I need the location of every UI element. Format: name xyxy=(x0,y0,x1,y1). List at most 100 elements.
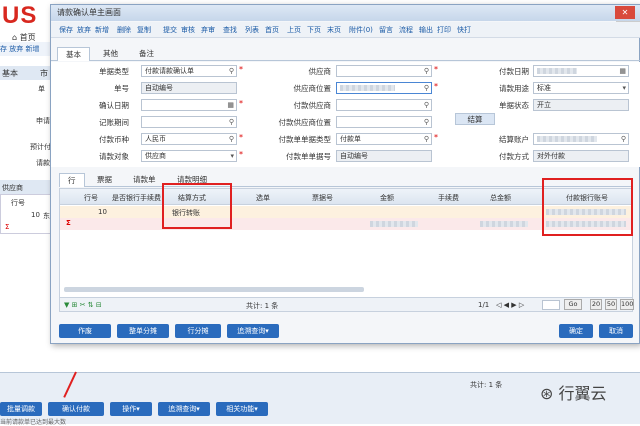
toolbar-button[interactable]: 打印 xyxy=(437,25,451,35)
pay-supplier-field[interactable]: ⚲ xyxy=(336,99,432,111)
whole-allocate-button[interactable]: 整单分摊 xyxy=(117,324,169,338)
currency-field[interactable]: 人民币 ⚲ xyxy=(141,133,237,145)
pay-bill-type-field[interactable]: 付款单 ⚲ xyxy=(336,133,432,145)
currency-label: 付款币种 xyxy=(99,135,129,144)
tab-requests[interactable]: 请款单 xyxy=(125,173,164,187)
toolbar-button[interactable]: 新增 xyxy=(95,25,109,35)
bg-bottom-note: 当前请款单已达到最大数 xyxy=(0,419,67,426)
close-icon[interactable]: ✕ xyxy=(615,6,635,19)
page-size-20[interactable]: 20 xyxy=(590,299,602,310)
tab-bills[interactable]: 票据 xyxy=(89,173,120,187)
col-bank-fee[interactable]: 是否银行手续费 xyxy=(112,193,161,203)
target-field[interactable]: 供应商 ▾ xyxy=(141,150,237,162)
bg-label: 请款 xyxy=(36,159,50,167)
toolbar-button[interactable]: 列表 xyxy=(245,25,259,35)
supplier-field[interactable]: ⚲ xyxy=(336,65,432,77)
cancel-button[interactable]: 取消 xyxy=(599,324,633,338)
toolbar-button[interactable]: 输出 xyxy=(419,25,433,35)
toolbar-button[interactable]: 快打 xyxy=(457,25,471,35)
purpose-field[interactable]: 标准 ▾ xyxy=(533,82,629,94)
tab-other[interactable]: 其他 xyxy=(95,47,126,61)
trace-query-button[interactable]: 追溯查询▾ xyxy=(158,402,210,416)
toolbar-button[interactable]: 留言 xyxy=(379,25,393,35)
search-icon[interactable]: ⚲ xyxy=(424,66,429,76)
toolbar-button[interactable]: 删除 xyxy=(117,25,131,35)
col-bill-no[interactable]: 票据号 xyxy=(312,193,333,203)
trace-query-button[interactable]: 追溯查询▾ xyxy=(227,324,279,338)
search-icon[interactable]: ⚲ xyxy=(621,134,626,144)
search-icon[interactable]: ⚲ xyxy=(424,134,429,144)
pay-supplier-pos-field[interactable]: ⚲ xyxy=(336,116,432,128)
pager-nav-icon[interactable]: ◁ ◀ ▶ ▷ xyxy=(496,301,524,309)
search-icon[interactable]: ⚲ xyxy=(229,66,234,76)
page-size-50[interactable]: 50 xyxy=(605,299,617,310)
tab-notes[interactable]: 备注 xyxy=(131,47,162,61)
bg-toolbar-item[interactable]: 存 xyxy=(0,45,7,53)
redacted-value xyxy=(480,221,528,227)
search-icon[interactable]: ⚲ xyxy=(424,83,429,93)
col-select[interactable]: 选单 xyxy=(256,193,270,203)
toolbar-button[interactable]: 审核 xyxy=(181,25,195,35)
dropdown-icon[interactable]: ▾ xyxy=(230,151,234,161)
toolbar-button[interactable]: 附件(0) xyxy=(349,25,373,35)
bg-label: 单 xyxy=(38,85,45,93)
col-amount[interactable]: 金额 xyxy=(380,193,394,203)
toolbar-button[interactable]: 末页 xyxy=(327,25,341,35)
toolbar-button[interactable]: 查找 xyxy=(223,25,237,35)
background-grid: 行号 10 东 Σ xyxy=(0,194,55,234)
ok-button[interactable]: 确定 xyxy=(559,324,593,338)
page-input[interactable] xyxy=(542,300,560,310)
toolbar-button[interactable]: 复制 xyxy=(137,25,151,35)
horizontal-scrollbar[interactable] xyxy=(64,287,364,292)
toolbar-button[interactable]: 保存 xyxy=(59,25,73,35)
tab-basic[interactable]: 基本 xyxy=(57,47,90,61)
supplier-pos-field[interactable]: ⚲ xyxy=(336,82,432,94)
purpose-label: 请款用途 xyxy=(499,84,529,93)
bg-supplier-tab[interactable]: 供应商 xyxy=(0,180,55,194)
required-mark: * xyxy=(239,150,243,159)
search-icon[interactable]: ⚲ xyxy=(229,134,234,144)
col-row-no[interactable]: 行号 xyxy=(84,193,98,203)
pay-bill-type-label: 付款单单据类型 xyxy=(278,135,332,144)
pay-bill-no-value: 自动编号 xyxy=(340,152,368,160)
operation-menu-button[interactable]: 操作▾ xyxy=(110,402,152,416)
settle-account-field[interactable]: ⚲ xyxy=(533,133,629,145)
col-fee[interactable]: 手续费 xyxy=(438,193,459,203)
bg-toolbar-item[interactable]: 放弃 xyxy=(9,45,23,53)
confirm-date-field[interactable]: ▦ xyxy=(141,99,237,111)
search-icon[interactable]: ⚲ xyxy=(229,117,234,127)
dropdown-icon[interactable]: ▾ xyxy=(622,83,626,93)
related-functions-button[interactable]: 相关功能▾ xyxy=(216,402,268,416)
toolbar-button[interactable]: 首页 xyxy=(265,25,279,35)
batch-adjust-button[interactable]: 批量调款 xyxy=(0,402,42,416)
go-button[interactable]: Go xyxy=(564,299,582,310)
toolbar-button[interactable]: 流程 xyxy=(399,25,413,35)
page-size-100[interactable]: 100 xyxy=(620,299,634,310)
bg-tab-basic[interactable]: 基本 xyxy=(2,68,18,79)
pay-date-field[interactable]: ▦ xyxy=(533,65,629,77)
calendar-icon[interactable]: ▦ xyxy=(227,100,234,110)
calendar-icon[interactable]: ▦ xyxy=(619,66,626,76)
toolbar-button[interactable]: 放弃 xyxy=(77,25,91,35)
grid-footer: ▼ ⊞ ✂ ⇅ ⊟ 共计: 1 条 1/1 ◁ ◀ ▶ ▷ Go 20 50 1… xyxy=(59,298,634,312)
toolbar-button[interactable]: 弃审 xyxy=(201,25,215,35)
confirm-payment-button[interactable]: 确认付款 xyxy=(48,402,104,416)
bg-tab-other[interactable]: 市 xyxy=(40,68,48,79)
period-field[interactable]: ⚲ xyxy=(141,116,237,128)
search-icon[interactable]: ⚲ xyxy=(424,117,429,127)
settle-tab[interactable]: 结算 xyxy=(455,113,495,125)
col-total[interactable]: 总金额 xyxy=(490,193,511,203)
bg-label: 预计付 xyxy=(30,143,51,151)
bg-toolbar-item[interactable]: 新增 xyxy=(25,45,39,53)
line-allocate-button[interactable]: 行分摊 xyxy=(175,324,221,338)
void-button[interactable]: 作废 xyxy=(59,324,111,338)
tab-lines[interactable]: 行 xyxy=(59,173,85,187)
row-tools-icon[interactable]: ▼ ⊞ ✂ ⇅ ⊟ xyxy=(64,301,102,309)
toolbar-button[interactable]: 下页 xyxy=(307,25,321,35)
toolbar-button[interactable]: 提交 xyxy=(163,25,177,35)
pay-bill-no-label: 付款单单据号 xyxy=(286,152,331,161)
bill-type-field[interactable]: 付款请款确认单 ⚲ xyxy=(141,65,237,77)
search-icon[interactable]: ⚲ xyxy=(424,100,429,110)
dialog-title-bar[interactable]: 请款确认单主画面 xyxy=(51,5,640,21)
toolbar-button[interactable]: 上页 xyxy=(287,25,301,35)
